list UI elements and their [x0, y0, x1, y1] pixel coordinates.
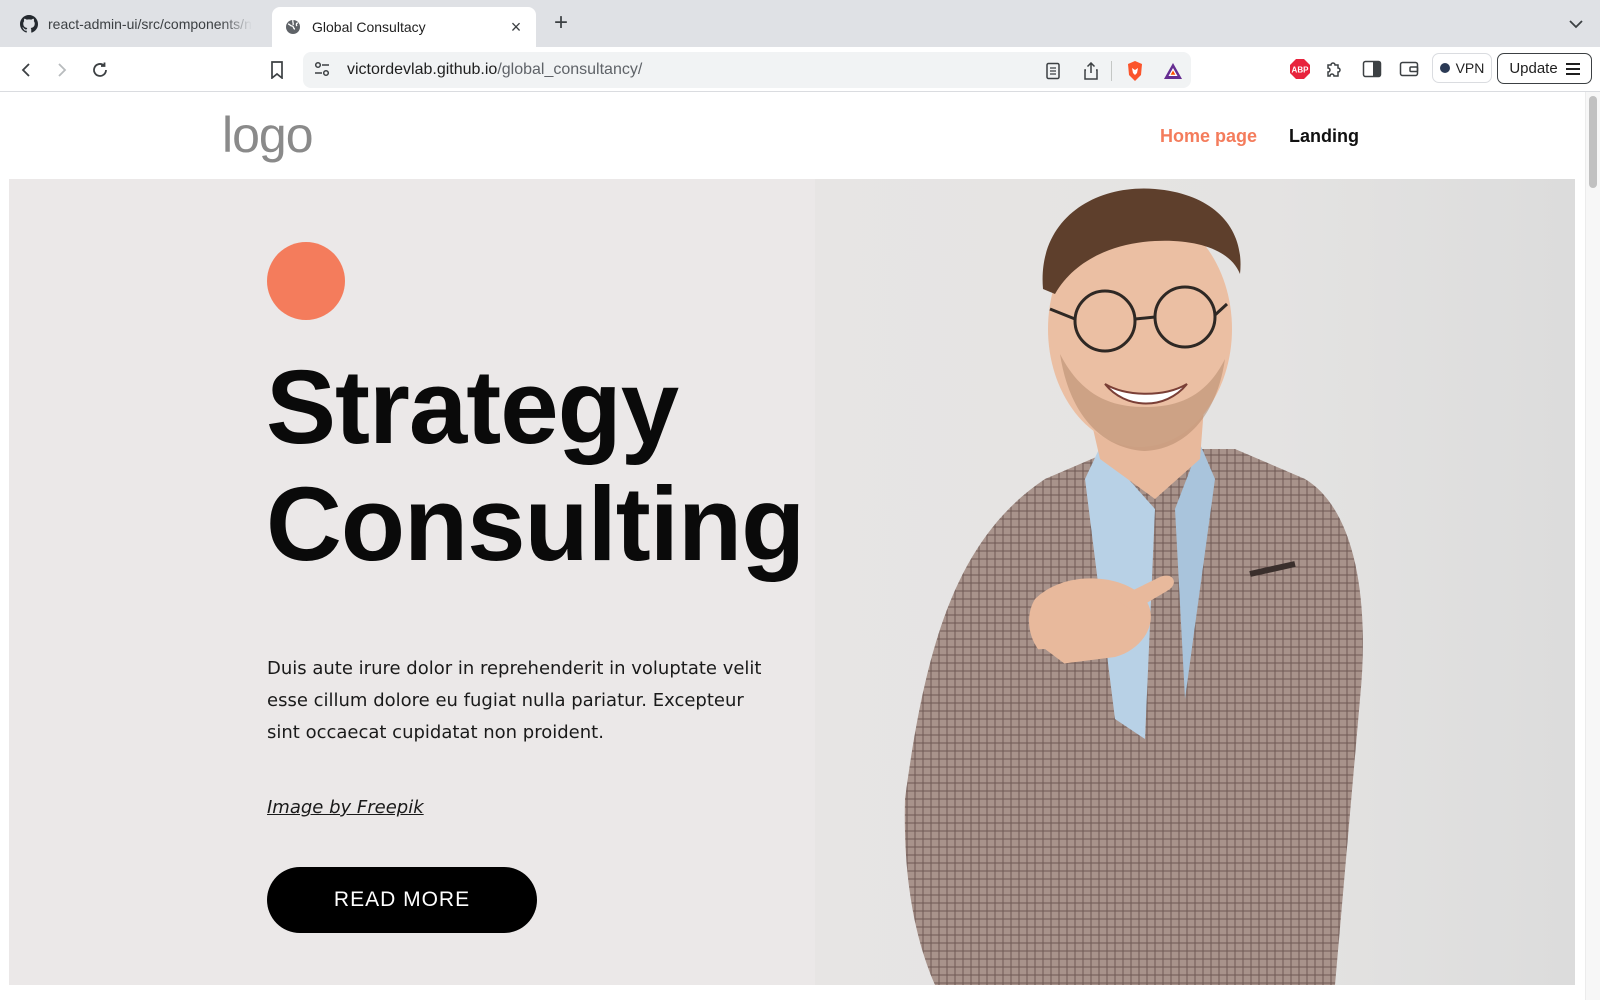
vpn-button[interactable]: VPN — [1432, 53, 1492, 83]
update-button[interactable]: Update — [1497, 53, 1592, 84]
main-nav: Home page Landing — [1160, 126, 1359, 147]
new-tab-button[interactable]: + — [549, 11, 573, 36]
forward-arrow-icon[interactable] — [48, 56, 76, 84]
hero-section: Strategy Consulting Duis aute irure dolo… — [9, 179, 1575, 985]
brave-shields-icon[interactable] — [1123, 59, 1147, 83]
share-icon[interactable] — [1079, 59, 1103, 83]
hero-photo — [815, 179, 1575, 985]
tab-global-consultacy[interactable]: Global Consultacy × — [272, 7, 536, 47]
divider — [1111, 61, 1112, 81]
reload-icon[interactable] — [86, 56, 114, 84]
reader-mode-icon[interactable] — [1041, 59, 1065, 83]
vpn-label: VPN — [1455, 60, 1485, 76]
tab-title: react-admin-ui/src/components/na — [48, 16, 252, 32]
hero-title-line1: Strategy — [266, 349, 679, 466]
tab-title: Global Consultacy — [312, 19, 426, 35]
sidebar-icon[interactable] — [1359, 56, 1385, 82]
hero-person-illustration — [904, 188, 1363, 985]
nav-link-landing[interactable]: Landing — [1289, 126, 1359, 147]
site-settings-icon[interactable] — [313, 60, 335, 80]
hero-title: Strategy Consulting — [266, 349, 805, 583]
abp-label: ABP — [1292, 66, 1310, 75]
wallet-icon[interactable] — [1396, 56, 1422, 82]
page-scrollbar[interactable] — [1585, 92, 1600, 1000]
scrollbar-thumb[interactable] — [1589, 96, 1597, 188]
update-label: Update — [1509, 60, 1558, 77]
browser-toolbar: victordevlab.github.io/global_consultanc… — [0, 47, 1600, 92]
globe-icon — [284, 18, 302, 36]
vpn-status-icon — [1439, 63, 1450, 73]
chevron-down-icon[interactable] — [1564, 12, 1588, 36]
page-viewport: logo Home page Landing Strategy Consulti… — [0, 92, 1585, 1000]
url-text: victordevlab.github.io/global_consultanc… — [347, 61, 642, 79]
site-logo[interactable]: logo — [222, 106, 314, 164]
back-arrow-icon[interactable] — [12, 56, 40, 84]
hero-title-line2: Consulting — [266, 466, 805, 583]
hero-description: Duis aute irure dolor in reprehenderit i… — [267, 658, 762, 743]
url-path: /global_consultancy/ — [497, 61, 643, 78]
nav-link-home-page[interactable]: Home page — [1160, 126, 1257, 147]
image-credit-link[interactable]: Image by Freepik — [267, 797, 424, 818]
adblock-plus-icon[interactable]: ABP — [1287, 56, 1313, 82]
accent-circle — [267, 242, 345, 320]
bookmark-icon[interactable] — [263, 56, 291, 84]
puzzle-extensions-icon[interactable] — [1322, 56, 1348, 82]
address-bar[interactable]: victordevlab.github.io/global_consultanc… — [303, 52, 1191, 88]
brave-rewards-icon[interactable] — [1161, 59, 1185, 83]
github-icon — [20, 15, 38, 33]
site-header: logo Home page Landing — [0, 92, 1585, 179]
url-host: victordevlab.github.io — [347, 61, 498, 78]
close-tab-icon[interactable]: × — [506, 17, 526, 37]
hamburger-menu-icon — [1565, 62, 1580, 75]
tab-bar: react-admin-ui/src/components/na Global … — [0, 0, 1600, 47]
read-more-button[interactable]: READ MORE — [267, 867, 537, 933]
tab-react-admin[interactable]: react-admin-ui/src/components/na — [8, 7, 264, 41]
